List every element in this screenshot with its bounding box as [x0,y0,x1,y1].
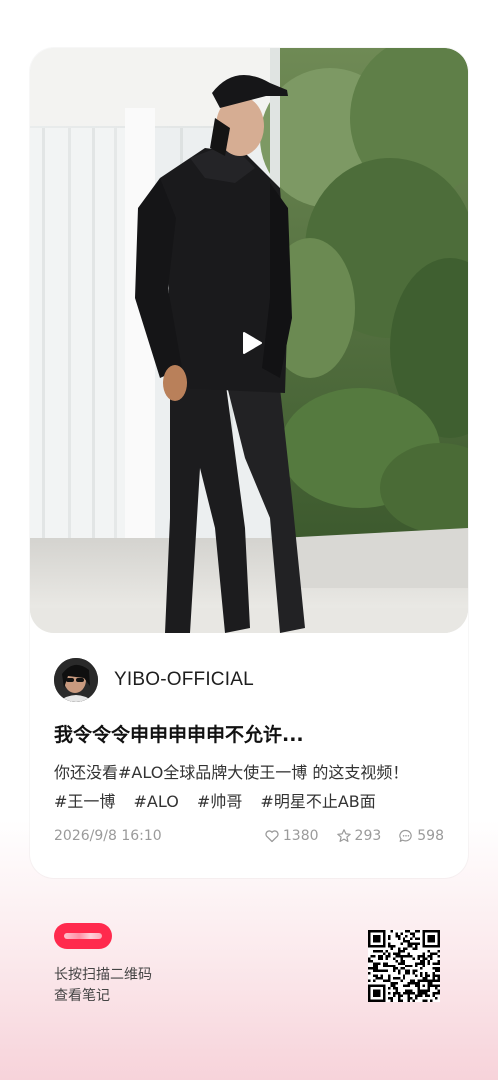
engagement-stats: 1380 293 598 [247,828,444,844]
scan-instruction-line2: 查看笔记 [54,988,110,1004]
post-date: 2026/9/8 16:10 [54,828,162,844]
post-tags: #王一博 #ALO #帅哥 #明星不止AB面 [54,787,454,816]
tag-item[interactable]: #明星不止AB面 [260,792,375,811]
author-name[interactable]: YIBO-OFFICIAL [114,669,254,691]
video-cover[interactable] [30,48,468,633]
scan-instruction-line1: 长按扫描二维码 [54,967,152,983]
heart-icon [265,830,279,843]
qr-code[interactable] [368,930,440,1002]
avatar[interactable] [54,658,98,702]
meta-row: 2026/9/8 16:10 1380 293 598 [54,828,444,848]
comment-stat[interactable]: 598 [398,828,444,844]
like-stat[interactable]: 1380 [264,828,319,844]
tag-item[interactable]: #ALO [134,792,179,811]
note-share-card: YIBO-OFFICIAL 我令令令申申申申申不允许... 你还没看#ALO全球… [30,48,468,878]
author-row[interactable]: YIBO-OFFICIAL [54,658,254,702]
play-icon [243,332,262,354]
tag-item[interactable]: #帅哥 [197,792,242,811]
brand-logo-badge [54,923,112,949]
favorite-count: 293 [354,828,382,844]
tag-item[interactable]: #王一博 [54,792,115,811]
avatar-image [54,658,98,702]
favorite-stat[interactable]: 293 [336,828,382,844]
like-count: 1380 [282,828,319,844]
blurred-logo [64,933,102,939]
comment-icon [399,829,412,842]
post-body-text: 你还没看#ALO全球品牌大使王一博 的这支视频！ [54,763,409,782]
post-title: 我令令令申申申申申不允许... [54,724,304,746]
star-icon [336,829,351,842]
play-button[interactable] [234,326,268,360]
qr-code-image [368,930,440,1002]
comment-count: 598 [417,828,444,844]
post-body: 你还没看#ALO全球品牌大使王一博 的这支视频！ #王一博 #ALO #帅哥 #… [54,758,454,816]
scan-instruction: 长按扫描二维码 查看笔记 [54,965,152,1007]
